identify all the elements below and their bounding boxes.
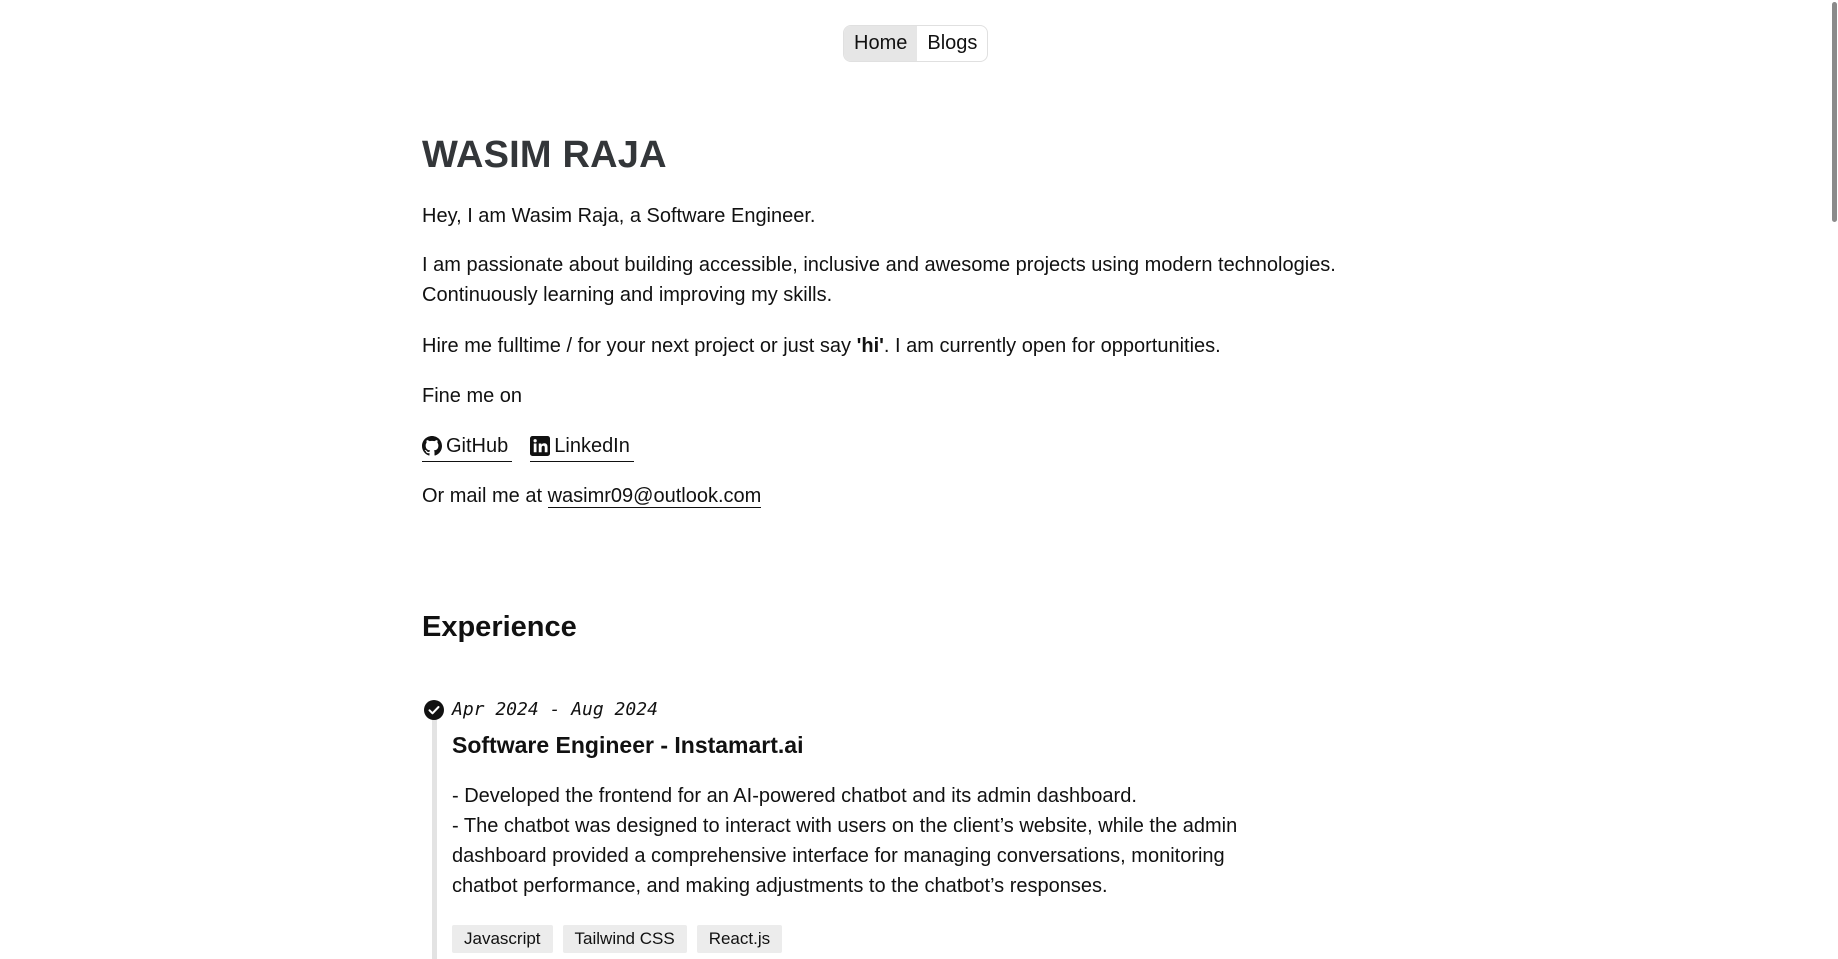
check-circle-icon [424,700,444,720]
email-link[interactable]: wasimr09@outlook.com [547,485,762,508]
linkedin-icon [530,436,551,456]
scrollbar-thumb[interactable] [1832,2,1837,222]
experience-dates: Apr 2024 - Aug 2024 [452,699,658,720]
top-nav: Home Blogs [843,25,989,62]
page-scrollbar[interactable] [1830,0,1838,954]
mail-prefix: Or mail me at [422,485,548,507]
passion-line-1: I am passionate about building accessibl… [422,254,1336,276]
hire-text: Hire me fulltime / for your next project… [422,331,1221,361]
tech-tag: React.js [696,925,783,953]
find-me-text: Fine me on [422,385,523,407]
experience-role: Software Engineer - Instamart.ai [452,732,804,758]
mail-text: Or mail me at wasimr09@outlook.com [422,481,762,511]
github-icon [422,436,442,456]
github-link[interactable]: GitHub [422,431,513,462]
hire-hi: 'hi' [856,335,884,357]
timeline-line [432,719,437,959]
tech-tag: Javascript [452,925,553,953]
intro-text: Hey, I am Wasim Raja, a Software Enginee… [422,205,816,227]
linkedin-link[interactable]: LinkedIn [530,431,634,462]
passion-text: I am passionate about building accessibl… [422,250,1336,310]
experience-heading: Experience [422,611,577,643]
hire-prefix: Hire me fulltime / for your next project… [422,335,857,357]
nav-home-link[interactable]: Home [844,26,918,61]
tech-tags: Javascript Tailwind CSS React.js [452,925,783,953]
page-title: WASIM RAJA [422,134,667,176]
experience-line: - Developed the frontend for an AI-power… [452,785,1137,807]
experience-description: - Developed the frontend for an AI-power… [452,781,1252,901]
github-label: GitHub [446,435,509,457]
linkedin-label: LinkedIn [554,435,630,457]
hire-suffix: . I am currently open for opportunities. [883,335,1221,357]
experience-line: - The chatbot was designed to interact w… [452,815,1238,897]
passion-line-2: Continuously learning and improving my s… [422,284,833,306]
social-links: GitHub LinkedIn [422,431,634,462]
tech-tag: Tailwind CSS [562,925,687,953]
nav-blogs-link[interactable]: Blogs [917,26,987,61]
